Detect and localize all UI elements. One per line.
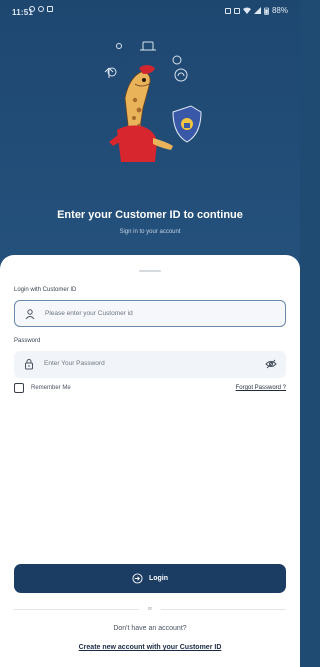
user-shield-icon <box>174 68 188 82</box>
lock-icon <box>25 359 33 370</box>
customer-id-field[interactable]: Please enter your Customer id <box>14 300 286 327</box>
battery-level: 88% <box>271 6 288 15</box>
notification-icon <box>38 6 44 12</box>
mascot-illustration <box>104 41 202 162</box>
login-icon <box>132 573 143 584</box>
customer-id-placeholder: Please enter your Customer id <box>45 310 133 317</box>
notification-icon <box>29 6 35 12</box>
login-button-label: Login <box>148 575 169 582</box>
or-separator: or <box>147 606 153 612</box>
password-field[interactable]: Enter Your Password <box>14 351 286 378</box>
no-account-text: Don't have an account? <box>113 625 187 632</box>
vibrate-icon <box>224 7 231 14</box>
signal-icon <box>253 7 261 14</box>
customer-id-label: Login with Customer ID <box>14 287 77 293</box>
eye-off-icon[interactable] <box>265 358 277 370</box>
login-sheet: Login with Customer ID Please enter your… <box>0 255 300 667</box>
forgot-password-link[interactable]: Forgot Password ? <box>236 385 286 391</box>
gear-icon <box>116 43 122 49</box>
drag-handle[interactable] <box>139 270 161 272</box>
login-button[interactable]: Login <box>14 564 286 593</box>
page-title: Enter your Customer ID to continue <box>57 209 243 221</box>
notification-icon <box>47 6 53 12</box>
alarm-icon <box>233 7 240 14</box>
status-bar: 11:51 88% <box>0 0 300 24</box>
user-icon <box>25 309 35 320</box>
notification-icons <box>29 6 53 12</box>
tool-icon <box>172 55 182 65</box>
create-account-link[interactable]: Create new account with your Customer ID <box>0 644 300 651</box>
battery-icon <box>264 7 269 15</box>
password-placeholder: Enter Your Password <box>44 360 105 367</box>
bank-icon <box>142 41 154 51</box>
system-icons: 88% <box>224 6 288 15</box>
page-subtitle: Sign in to your account <box>119 229 181 235</box>
password-label: Password <box>14 338 41 344</box>
remember-me-label: Remember Me <box>31 385 71 391</box>
header-panel: 11:51 88% Enter your Customer ID to cont… <box>0 0 300 262</box>
remember-me-checkbox[interactable] <box>14 383 24 393</box>
wifi-icon <box>242 7 251 14</box>
